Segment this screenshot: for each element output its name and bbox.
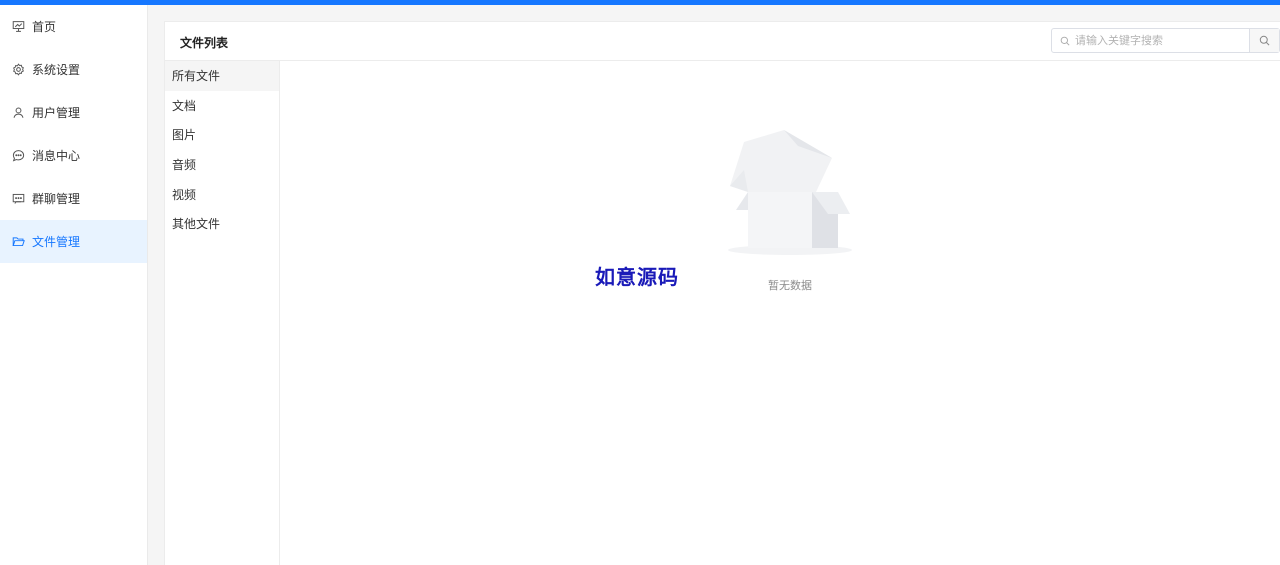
page-title: 文件列表 bbox=[180, 36, 229, 50]
search-field-wrap bbox=[1052, 29, 1249, 52]
group-chat-icon bbox=[12, 193, 25, 204]
sidebar-item-files[interactable]: 文件管理 bbox=[0, 220, 147, 263]
sidebar-item-messages[interactable]: 消息中心 bbox=[0, 134, 147, 177]
chat-bubble-icon bbox=[12, 150, 25, 162]
user-icon bbox=[13, 107, 24, 118]
sidebar-item-settings[interactable]: 系统设置 bbox=[0, 48, 147, 91]
presentation-icon bbox=[12, 21, 25, 32]
sidebar-item-label: 消息中心 bbox=[32, 149, 81, 163]
folder-open-icon bbox=[12, 237, 25, 247]
sidebar-item-label: 用户管理 bbox=[32, 106, 81, 120]
sidebar: 首页 系统设置 用户管理 消息中心 群聊管理 文件管理 bbox=[0, 5, 148, 565]
gear-icon bbox=[13, 63, 24, 76]
sidebar-item-users[interactable]: 用户管理 bbox=[0, 91, 147, 134]
category-item-all[interactable]: 所有文件 bbox=[165, 61, 279, 91]
category-item-images[interactable]: 图片 bbox=[165, 120, 279, 150]
watermark-text: 如意源码 bbox=[595, 265, 679, 289]
empty-state: 暂无数据 bbox=[728, 130, 852, 293]
file-list-panel: 文件列表 所有文件 文档 图片 音频 视频 其他文件 bbox=[164, 21, 1280, 565]
search-box bbox=[1051, 28, 1280, 53]
sidebar-item-label: 文件管理 bbox=[32, 235, 81, 249]
search-icon bbox=[1060, 36, 1070, 45]
category-item-video[interactable]: 视频 bbox=[165, 179, 279, 209]
empty-state-text: 暂无数据 bbox=[768, 279, 812, 292]
empty-box-icon bbox=[728, 130, 852, 255]
sidebar-item-label: 系统设置 bbox=[32, 63, 81, 77]
top-accent-bar bbox=[0, 0, 1280, 5]
category-item-other[interactable]: 其他文件 bbox=[165, 209, 279, 239]
sidebar-item-label: 首页 bbox=[32, 20, 57, 34]
panel-header: 文件列表 bbox=[165, 22, 1280, 61]
category-item-audio[interactable]: 音频 bbox=[165, 150, 279, 180]
category-item-documents[interactable]: 文档 bbox=[165, 91, 279, 121]
sidebar-item-label: 群聊管理 bbox=[32, 192, 81, 206]
search-icon bbox=[1259, 35, 1270, 46]
search-input[interactable] bbox=[1075, 34, 1235, 47]
sidebar-item-home[interactable]: 首页 bbox=[0, 5, 147, 48]
sidebar-item-group-chat[interactable]: 群聊管理 bbox=[0, 177, 147, 220]
file-category-list: 所有文件 文档 图片 音频 视频 其他文件 bbox=[165, 61, 280, 565]
search-button[interactable] bbox=[1249, 29, 1279, 52]
